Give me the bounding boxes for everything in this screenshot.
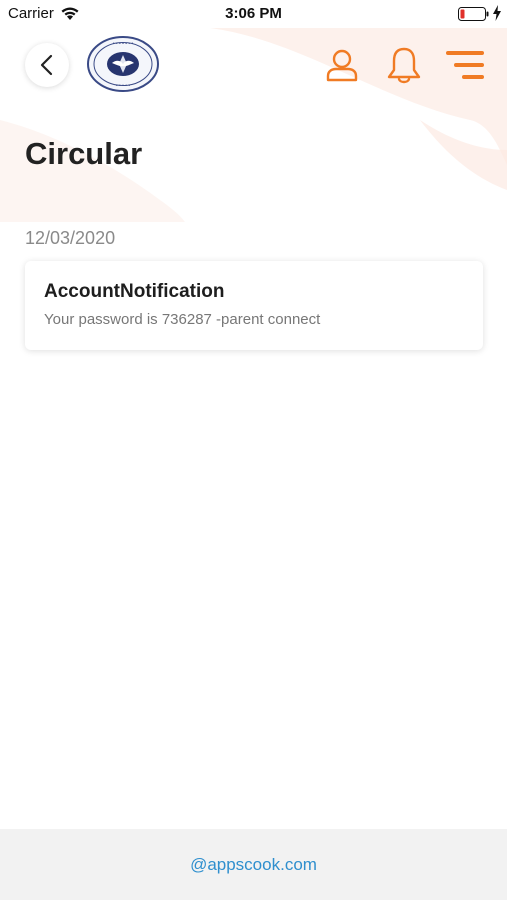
footer-link[interactable]: @appscook.com	[190, 855, 317, 875]
footer: @appscook.com	[0, 829, 507, 900]
clock-label: 3:06 PM	[225, 5, 282, 22]
back-button[interactable]	[25, 43, 69, 87]
menu-icon[interactable]	[446, 50, 484, 80]
school-crest-logo: • • • • • • • • • • • •	[87, 36, 159, 92]
chevron-left-icon	[40, 54, 53, 76]
battery-icon	[458, 7, 489, 21]
bell-icon[interactable]	[386, 46, 422, 84]
circular-date: 12/03/2020	[25, 228, 116, 248]
circular-message: Your password is 736287 -parent connect	[44, 311, 321, 328]
circular-card[interactable]: AccountNotification Your password is 736…	[25, 261, 483, 350]
status-bar: Carrier 3:06 PM	[0, 0, 507, 28]
page-title: Circular	[25, 136, 143, 171]
circular-title: AccountNotification	[44, 281, 225, 302]
svg-text:• • • • • • •: • • • • • • •	[113, 41, 134, 47]
charging-bolt-icon	[493, 5, 501, 21]
profile-icon[interactable]	[325, 48, 359, 82]
svg-text:• • • • •: • • • • •	[116, 83, 131, 89]
